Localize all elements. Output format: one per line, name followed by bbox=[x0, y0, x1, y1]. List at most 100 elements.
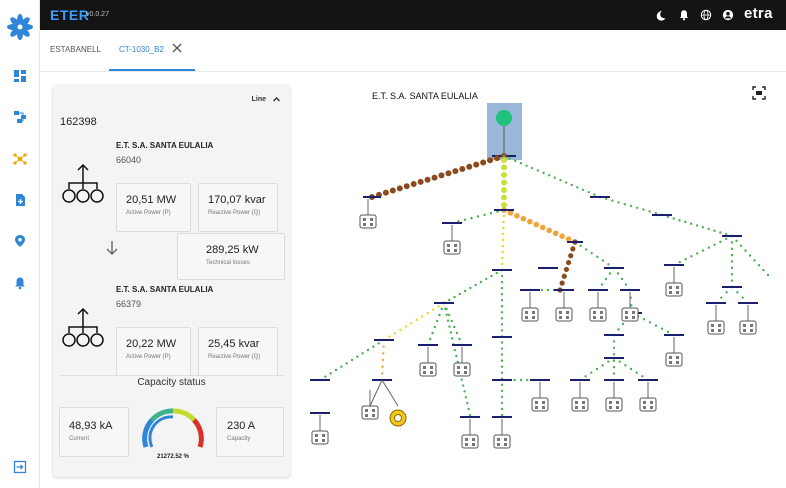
line-dot bbox=[629, 367, 633, 371]
line-dot bbox=[753, 259, 756, 262]
load-building-icon[interactable] bbox=[461, 434, 479, 449]
globe-icon[interactable] bbox=[699, 8, 713, 22]
line-dot bbox=[587, 190, 590, 194]
network-diagram[interactable] bbox=[300, 72, 786, 488]
location-pin-icon[interactable] bbox=[11, 232, 29, 250]
topology-icon[interactable] bbox=[11, 150, 29, 168]
load-building-icon[interactable] bbox=[531, 397, 549, 412]
line-dot bbox=[617, 201, 620, 204]
line-dot bbox=[500, 317, 504, 320]
line-dot bbox=[519, 162, 523, 165]
line-dot bbox=[584, 375, 587, 378]
line-dot bbox=[501, 179, 507, 186]
line-dot bbox=[483, 213, 486, 217]
line-dot bbox=[612, 340, 616, 343]
line-dot bbox=[660, 327, 664, 330]
generator-stem bbox=[381, 379, 399, 407]
line-dot bbox=[361, 352, 364, 355]
network-map-icon[interactable] bbox=[11, 108, 29, 126]
target-active-power: 20,22 MW bbox=[126, 338, 177, 350]
load-building-icon[interactable] bbox=[521, 307, 539, 322]
line-dot bbox=[559, 280, 565, 286]
tab-bar: ESTABANELL CT-1030_B2 bbox=[40, 30, 786, 72]
moon-icon[interactable] bbox=[653, 8, 667, 22]
line-dot bbox=[642, 318, 646, 321]
line-dot bbox=[500, 323, 504, 326]
line-dot bbox=[678, 219, 681, 222]
line-dot bbox=[500, 299, 504, 302]
load-building-icon[interactable] bbox=[605, 397, 623, 412]
load-building-icon[interactable] bbox=[571, 397, 589, 412]
line-dot bbox=[500, 280, 504, 284]
load-building-icon[interactable] bbox=[443, 240, 461, 255]
account-icon[interactable] bbox=[721, 8, 735, 22]
load-building-icon[interactable] bbox=[311, 430, 329, 445]
line-dot bbox=[500, 365, 504, 368]
load-building-icon[interactable] bbox=[589, 307, 607, 322]
line-dot bbox=[612, 346, 616, 350]
load-stem bbox=[369, 379, 383, 407]
load-building-icon[interactable] bbox=[621, 307, 639, 322]
line-dot bbox=[431, 331, 434, 335]
line-dot bbox=[730, 279, 734, 282]
close-tab-icon[interactable] bbox=[172, 43, 182, 53]
load-building-icon[interactable] bbox=[665, 352, 683, 367]
line-dot bbox=[725, 237, 728, 241]
line-dot bbox=[458, 337, 461, 341]
load-building-icon[interactable] bbox=[739, 320, 757, 335]
load-building-icon[interactable] bbox=[639, 397, 657, 412]
line-dot bbox=[470, 216, 473, 220]
tab-estabanell[interactable]: ESTABANELL bbox=[50, 45, 101, 54]
line-dot bbox=[725, 291, 728, 294]
tab-ct-1030-b2[interactable]: CT-1030_B2 bbox=[119, 45, 164, 54]
line-dot bbox=[455, 331, 459, 335]
line-dot bbox=[730, 247, 734, 250]
line-dot bbox=[629, 204, 633, 208]
load-building-icon[interactable] bbox=[419, 362, 437, 377]
bell-icon[interactable] bbox=[677, 8, 691, 22]
load-building-icon[interactable] bbox=[665, 282, 683, 297]
line-dot bbox=[500, 311, 504, 314]
line-dot bbox=[513, 378, 516, 382]
source-active-power: 20,51 MW bbox=[126, 194, 177, 206]
line-dot bbox=[730, 241, 734, 244]
dashboard-icon[interactable] bbox=[11, 67, 29, 85]
load-building-icon[interactable] bbox=[453, 362, 471, 377]
line-dot bbox=[531, 166, 534, 170]
line-dot bbox=[624, 364, 627, 367]
line-dot bbox=[445, 307, 448, 311]
line-dot bbox=[501, 244, 504, 248]
logout-icon[interactable] bbox=[11, 458, 29, 476]
line-dot bbox=[520, 215, 527, 222]
line-dot bbox=[616, 272, 620, 275]
line-dot bbox=[500, 329, 504, 332]
line-dot bbox=[540, 288, 544, 292]
line-dot bbox=[601, 259, 605, 262]
load-building-icon[interactable] bbox=[707, 320, 725, 335]
document-add-icon[interactable] bbox=[11, 191, 29, 209]
line-dot bbox=[500, 341, 504, 344]
line-dot bbox=[579, 244, 582, 247]
load-building-icon[interactable] bbox=[493, 434, 511, 449]
line-dot bbox=[453, 295, 456, 299]
load-building-icon[interactable] bbox=[555, 307, 573, 322]
line-dot bbox=[546, 288, 550, 292]
line-dot bbox=[415, 318, 418, 322]
chevron-up-icon[interactable] bbox=[272, 95, 281, 104]
line-dot bbox=[324, 375, 327, 378]
alarm-bell-icon[interactable] bbox=[11, 274, 29, 292]
load-building-icon[interactable] bbox=[361, 405, 379, 420]
substation-source-icon bbox=[62, 163, 104, 203]
line-dot bbox=[736, 291, 739, 294]
line-dot bbox=[547, 174, 551, 177]
line-dot bbox=[666, 330, 670, 334]
line-dot bbox=[636, 206, 639, 209]
line-dot bbox=[719, 240, 722, 243]
target-reactive-power-label: Reactive Power (Q) bbox=[208, 354, 261, 360]
load-building-icon[interactable] bbox=[359, 214, 377, 229]
line-dot bbox=[561, 273, 567, 279]
line-dot bbox=[484, 277, 488, 281]
line-dot bbox=[463, 218, 467, 221]
line-dot bbox=[757, 264, 761, 267]
line-dot bbox=[600, 283, 604, 286]
